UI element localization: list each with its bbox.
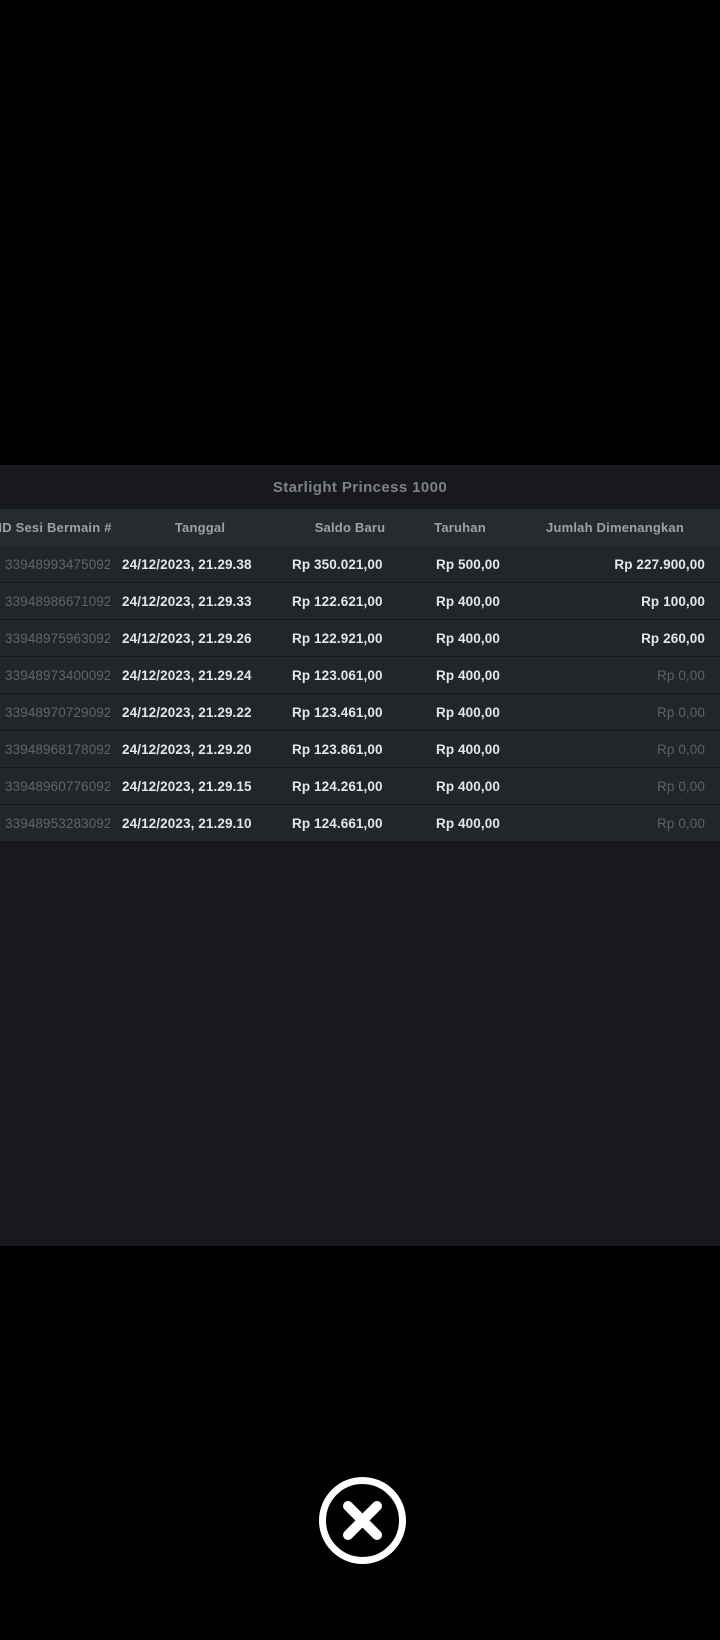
cell-win: Rp 0,00 bbox=[657, 778, 705, 794]
cell-bet: Rp 400,00 bbox=[436, 741, 500, 757]
x-circle-icon bbox=[318, 1476, 407, 1565]
cell-win: Rp 0,00 bbox=[657, 815, 705, 831]
close-button[interactable] bbox=[318, 1476, 407, 1565]
cell-win: Rp 0,00 bbox=[657, 667, 705, 683]
cell-date: 24/12/2023, 21.29.15 bbox=[122, 778, 252, 794]
header-amount-won: Jumlah Dimenangkan bbox=[546, 520, 684, 535]
cell-bet: Rp 400,00 bbox=[436, 815, 500, 831]
cell-balance: Rp 124.261,00 bbox=[292, 778, 383, 794]
cell-date: 24/12/2023, 21.29.10 bbox=[122, 815, 252, 831]
cell-win: Rp 260,00 bbox=[641, 630, 705, 646]
cell-balance: Rp 123.061,00 bbox=[292, 667, 383, 683]
cell-session-id: 33948960776092 bbox=[5, 778, 110, 794]
cell-win: Rp 227.900,00 bbox=[614, 556, 705, 572]
cell-balance: Rp 122.921,00 bbox=[292, 630, 383, 646]
cell-session-id: 33948968178092 bbox=[5, 741, 110, 757]
cell-session-id: 33948993475092 bbox=[5, 556, 110, 572]
cell-balance: Rp 122.621,00 bbox=[292, 593, 383, 609]
table-row: 33948953283092 24/12/2023, 21.29.10 Rp 1… bbox=[0, 805, 720, 842]
table-row: 33948986671092 24/12/2023, 21.29.33 Rp 1… bbox=[0, 583, 720, 620]
header-bet: Taruhan bbox=[434, 520, 486, 535]
cell-balance: Rp 124.661,00 bbox=[292, 815, 383, 831]
cell-bet: Rp 500,00 bbox=[436, 556, 500, 572]
cell-session-id: 33948986671092 bbox=[5, 593, 110, 609]
cell-date: 24/12/2023, 21.29.22 bbox=[122, 704, 252, 720]
cell-bet: Rp 400,00 bbox=[436, 630, 500, 646]
cell-balance: Rp 350.021,00 bbox=[292, 556, 383, 572]
table-row: 33948968178092 24/12/2023, 21.29.20 Rp 1… bbox=[0, 731, 720, 768]
cell-balance: Rp 123.461,00 bbox=[292, 704, 383, 720]
cell-win: Rp 0,00 bbox=[657, 704, 705, 720]
cell-session-id: 33948953283092 bbox=[5, 815, 110, 831]
cell-date: 24/12/2023, 21.29.20 bbox=[122, 741, 252, 757]
table-row: 33948993475092 24/12/2023, 21.29.38 Rp 3… bbox=[0, 546, 720, 583]
header-session-id: ID Sesi Bermain # bbox=[0, 520, 112, 535]
cell-session-id: 33948970729092 bbox=[5, 704, 110, 720]
panel-titlebar: Starlight Princess 1000 bbox=[0, 465, 720, 509]
cell-balance: Rp 123.861,00 bbox=[292, 741, 383, 757]
cell-bet: Rp 400,00 bbox=[436, 704, 500, 720]
table-row: 33948970729092 24/12/2023, 21.29.22 Rp 1… bbox=[0, 694, 720, 731]
cell-session-id: 33948975963092 bbox=[5, 630, 110, 646]
cell-bet: Rp 400,00 bbox=[436, 778, 500, 794]
table-row: 33948973400092 24/12/2023, 21.29.24 Rp 1… bbox=[0, 657, 720, 694]
cell-session-id: 33948973400092 bbox=[5, 667, 110, 683]
cell-bet: Rp 400,00 bbox=[436, 667, 500, 683]
cell-date: 24/12/2023, 21.29.24 bbox=[122, 667, 252, 683]
session-history-table: ID Sesi Bermain # Tanggal Saldo Baru Tar… bbox=[0, 509, 720, 842]
cell-bet: Rp 400,00 bbox=[436, 593, 500, 609]
table-row: 33948960776092 24/12/2023, 21.29.15 Rp 1… bbox=[0, 768, 720, 805]
cell-date: 24/12/2023, 21.29.26 bbox=[122, 630, 252, 646]
table-row: 33948975963092 24/12/2023, 21.29.26 Rp 1… bbox=[0, 620, 720, 657]
header-date: Tanggal bbox=[174, 520, 226, 535]
cell-win: Rp 100,00 bbox=[641, 593, 705, 609]
cell-win: Rp 0,00 bbox=[657, 741, 705, 757]
game-title: Starlight Princess 1000 bbox=[272, 478, 448, 496]
cell-date: 24/12/2023, 21.29.38 bbox=[122, 556, 252, 572]
header-new-balance: Saldo Baru bbox=[314, 520, 386, 535]
cell-date: 24/12/2023, 21.29.33 bbox=[122, 593, 252, 609]
game-history-panel: Starlight Princess 1000 ID Sesi Bermain … bbox=[0, 465, 720, 1246]
table-header-row: ID Sesi Bermain # Tanggal Saldo Baru Tar… bbox=[0, 509, 720, 546]
screen: { "modal": { "title": "Starlight Princes… bbox=[0, 0, 720, 1640]
